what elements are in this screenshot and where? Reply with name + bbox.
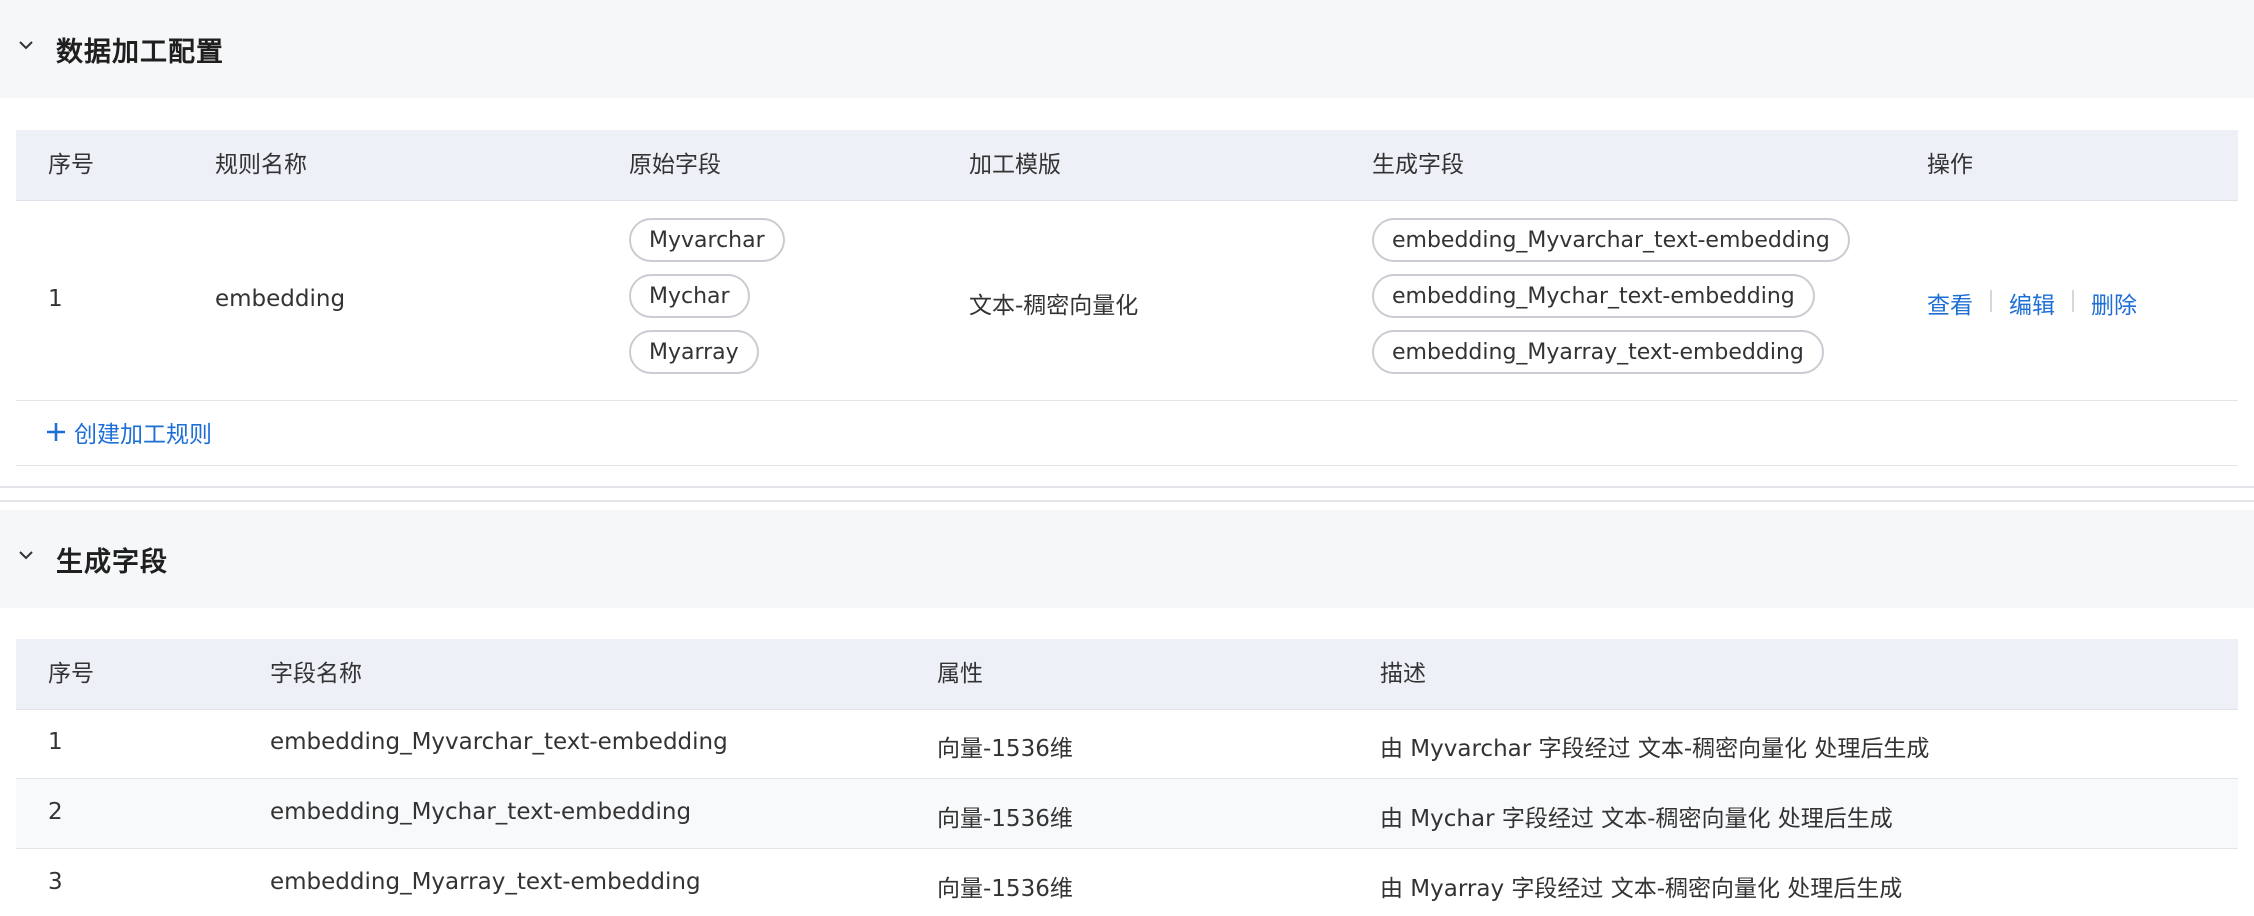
chevron-down-icon[interactable] (16, 545, 36, 565)
field-attribute: 向量-1536维 (937, 876, 1073, 902)
field-description: 由 Myarray 字段经过 文本-稠密向量化 处理后生成 (1380, 876, 1903, 902)
field-name: embedding_Myarray_text-embedding (270, 869, 701, 895)
field-description: 由 Myvarchar 字段经过 文本-稠密向量化 处理后生成 (1380, 736, 1930, 762)
action-divider (1990, 290, 1992, 312)
row-index: 3 (48, 869, 63, 895)
column-header-index: 序号 (48, 661, 94, 687)
table-header: 序号 字段名称 属性 描述 (16, 639, 2238, 710)
source-field-tag: Mychar (629, 274, 750, 318)
edit-link[interactable]: 编辑 (2009, 286, 2055, 320)
column-header-field-name: 字段名称 (270, 661, 362, 687)
divider (0, 486, 2254, 488)
create-rule-label: 创建加工规则 (74, 422, 212, 448)
source-field-tag: Myvarchar (629, 218, 785, 262)
view-link[interactable]: 查看 (1927, 286, 1973, 320)
chevron-down-icon[interactable] (16, 35, 36, 55)
field-name: embedding_Myvarchar_text-embedding (270, 729, 728, 755)
section-title: 数据加工配置 (56, 36, 224, 68)
table-header: 序号 规则名称 原始字段 加工模版 生成字段 操作 (16, 130, 2238, 201)
delete-link[interactable]: 删除 (2091, 286, 2137, 320)
field-name: embedding_Mychar_text-embedding (270, 799, 692, 825)
generated-fields-header[interactable]: 生成字段 (0, 510, 2254, 608)
section-title: 生成字段 (56, 546, 168, 578)
column-header-index: 序号 (48, 152, 94, 178)
row-index: 1 (48, 729, 63, 755)
column-header-description: 描述 (1380, 661, 1426, 687)
table-row: 2 embedding_Mychar_text-embedding 向量-153… (16, 779, 2238, 849)
processing-rules-table: 序号 规则名称 原始字段 加工模版 生成字段 操作 1 embedding My… (16, 130, 2238, 466)
column-header-actions: 操作 (1927, 152, 1973, 178)
field-description: 由 Mychar 字段经过 文本-稠密向量化 处理后生成 (1380, 806, 1893, 832)
field-attribute: 向量-1536维 (937, 736, 1073, 762)
plus-icon (47, 423, 65, 441)
generated-field-tag: embedding_Myvarchar_text-embedding (1372, 218, 1850, 262)
action-divider (2072, 290, 2074, 312)
column-header-generated-fields: 生成字段 (1372, 152, 1464, 178)
create-rule-row: 创建加工规则 (16, 401, 2238, 466)
create-rule-button[interactable]: 创建加工规则 (44, 415, 212, 449)
generated-field-tag: embedding_Myarray_text-embedding (1372, 330, 1824, 374)
processing-template: 文本-稠密向量化 (969, 293, 1139, 319)
generated-fields-table: 序号 字段名称 属性 描述 1 embedding_Myvarchar_text… (16, 639, 2238, 916)
divider (0, 500, 2254, 502)
column-header-template: 加工模版 (969, 152, 1061, 178)
table-row: 3 embedding_Myarray_text-embedding 向量-15… (16, 849, 2238, 916)
source-field-tag: Myarray (629, 330, 759, 374)
generated-field-tag: embedding_Mychar_text-embedding (1372, 274, 1815, 318)
column-header-source-fields: 原始字段 (629, 152, 721, 178)
table-row: 1 embedding_Myvarchar_text-embedding 向量-… (16, 709, 2238, 779)
row-index: 1 (48, 286, 63, 312)
rule-name: embedding (215, 286, 346, 312)
column-header-attribute: 属性 (937, 661, 983, 687)
table-row: 1 embedding Myvarchar Mychar Myarray 文本-… (16, 200, 2238, 401)
processing-config-header[interactable]: 数据加工配置 (0, 0, 2254, 98)
row-index: 2 (48, 799, 63, 825)
column-header-rule-name: 规则名称 (215, 152, 307, 178)
field-attribute: 向量-1536维 (937, 806, 1073, 832)
